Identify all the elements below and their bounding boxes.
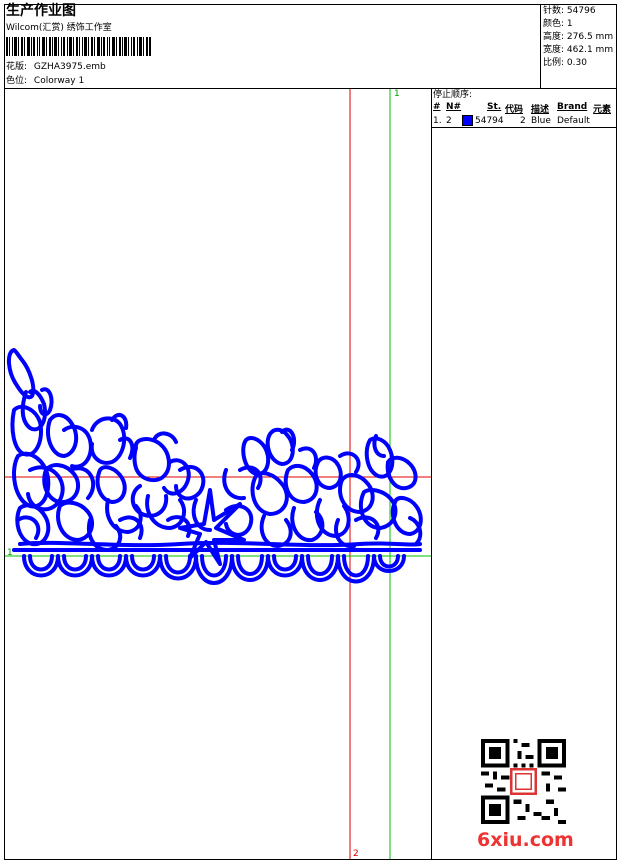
guide-label-bottom: 2 — [353, 849, 359, 859]
guide-label-left: 1 — [7, 548, 13, 558]
design-canvas: 1 2 1 — [5, 89, 431, 859]
qr-seal-icon — [510, 768, 537, 795]
watermark-site: 6xiu.com — [477, 829, 574, 851]
embroidery-design — [7, 348, 423, 585]
qr-code — [481, 739, 566, 824]
guide-label-top: 1 — [394, 89, 400, 99]
